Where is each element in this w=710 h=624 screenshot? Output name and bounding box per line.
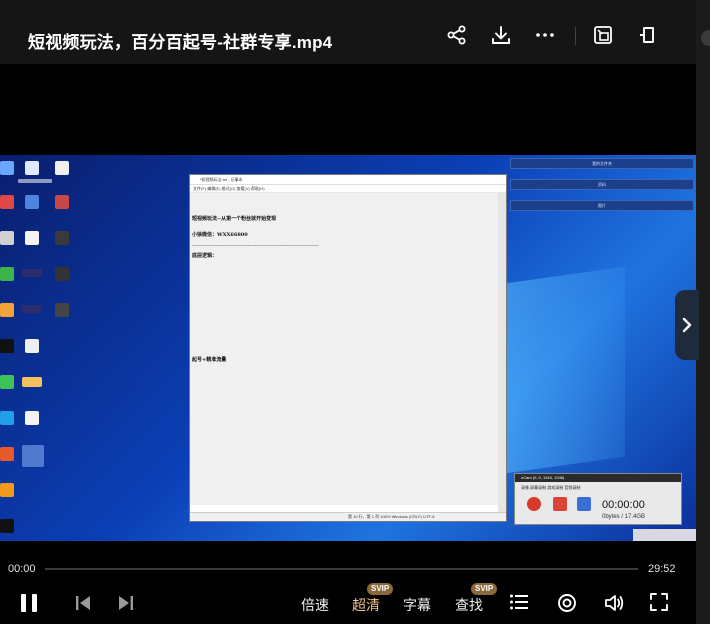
quality-svip-badge: SVIP (367, 583, 394, 595)
playlist-icon (510, 594, 528, 610)
video-frame[interactable]: 我的文件夹 资料 图片 *短视频玩法.txt - 记事本 文件(F) 编辑(E)… (0, 155, 696, 541)
pause-button[interactable] (18, 592, 40, 619)
desktop-icon (0, 231, 14, 245)
desktop-icon (25, 339, 39, 353)
ocam-window: oCam (0, 0, 1916, 1046) 录像 屏幕录制 游戏录制 音频录… (514, 473, 682, 525)
desktop-icon (25, 195, 39, 209)
notepad-line: 短视频玩法--从第一个粉丝就开始变现 (192, 216, 277, 222)
desktop-icon (25, 411, 39, 425)
taskbar-tray (633, 529, 696, 541)
desktop-icon (22, 377, 42, 387)
ocam-edit-icon (577, 497, 591, 511)
title-bar: 短视频玩法，百分百起号-社群专享.mp4 (0, 0, 696, 64)
notepad-line: 小徐微信：WXX66800 (192, 232, 248, 238)
notepad-status: 第 10 行，第 1 列 100% Windows (CRLF) UTF-8 (190, 512, 506, 521)
progress-bar[interactable] (45, 568, 638, 570)
total-time: 29:52 (648, 563, 676, 575)
notepad-line: 底层逻辑： (192, 253, 218, 259)
pin-icon[interactable] (636, 24, 658, 46)
notepad-menu: 文件(F) 编辑(E) 格式(O) 查看(V) 帮助(H) (190, 185, 506, 193)
desktop-icon (55, 161, 69, 175)
desktop-icon (0, 195, 14, 209)
desktop-icon (0, 375, 14, 389)
desktop-icon (0, 519, 14, 533)
desktop-icon (0, 483, 14, 497)
desktop-icon-label (18, 179, 52, 183)
ocam-time: 00:00:00 (602, 499, 645, 511)
desktop-icon (0, 447, 14, 461)
right-bar: 图片 (510, 200, 694, 211)
share-icon[interactable] (446, 24, 468, 46)
desktop-icon (0, 339, 14, 353)
ocam-pause-icon (553, 497, 567, 511)
speed-button[interactable]: 倍速 (301, 595, 329, 615)
more-icon[interactable] (534, 24, 556, 46)
desktop-icon (0, 303, 14, 317)
skip-next-icon (119, 596, 133, 610)
video-title: 短视频玩法，百分百起号-社群专享.mp4 (28, 33, 333, 52)
desktop-icon (25, 161, 39, 175)
subtitle-button[interactable]: 字幕 (403, 595, 431, 615)
ocam-stop-icon (527, 497, 541, 511)
notepad-title: *短视频玩法.txt - 记事本 (190, 175, 506, 185)
close-icon[interactable] (701, 30, 710, 46)
desktop-icon (22, 305, 42, 313)
fullscreen-button[interactable] (649, 592, 669, 617)
desktop-icon (55, 303, 69, 317)
ocam-title: oCam (0, 0, 1916, 1046) (515, 474, 681, 482)
divider (575, 27, 576, 45)
desktop-icon (0, 267, 14, 281)
search-svip-badge: SVIP (471, 583, 498, 595)
notepad-line: ----------------------------------------… (192, 243, 319, 249)
right-bar: 我的文件夹 (510, 158, 694, 169)
settings-icon (558, 594, 576, 612)
notepad-line: 起号+精准流量 (192, 357, 227, 363)
desktop-icon (55, 267, 69, 281)
download-icon[interactable] (490, 24, 512, 46)
ocam-tabs: 录像 屏幕录制 游戏录制 音频录制 (521, 485, 581, 490)
notepad-body: 短视频玩法--从第一个粉丝就开始变现 小徐微信：WXX66800 -------… (190, 193, 498, 505)
settings-button[interactable] (556, 592, 578, 619)
desktop-icon (22, 445, 44, 467)
desktop-icon (0, 161, 14, 175)
quality-button[interactable]: 超清 (352, 595, 380, 615)
desktop-icon (25, 231, 39, 245)
fullscreen-icon (650, 593, 668, 611)
desktop-icon (22, 269, 42, 277)
volume-icon (605, 595, 624, 611)
volume-button[interactable] (603, 592, 625, 619)
playlist-button[interactable] (509, 593, 529, 616)
next-button[interactable] (116, 594, 136, 617)
search-button[interactable]: 查找 (455, 595, 483, 615)
desktop-icon (55, 195, 69, 209)
picture-in-picture-icon[interactable] (592, 24, 614, 46)
windows-logo-glow (505, 266, 625, 474)
next-panel-button[interactable] (675, 290, 699, 360)
pause-icon (21, 594, 37, 612)
chevron-right-icon (682, 317, 692, 333)
notepad-scrollbar (498, 193, 506, 513)
ocam-size: 0bytes / 17.4GB (602, 514, 646, 520)
skip-previous-icon (76, 596, 90, 610)
right-bar: 资料 (510, 179, 694, 190)
desktop-icon (55, 231, 69, 245)
current-time: 00:00 (8, 563, 36, 575)
notepad-window: *短视频玩法.txt - 记事本 文件(F) 编辑(E) 格式(O) 查看(V)… (189, 174, 507, 522)
previous-button[interactable] (73, 594, 93, 617)
desktop-icon (0, 411, 14, 425)
